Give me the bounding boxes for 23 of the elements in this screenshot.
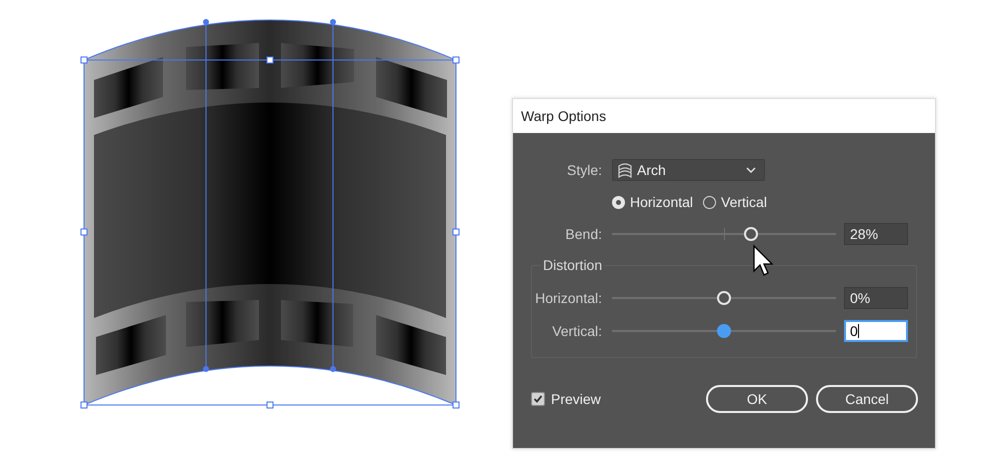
arch-icon [618, 162, 632, 178]
checkmark-icon [533, 394, 543, 404]
style-label: Style: [566, 162, 602, 178]
text-cursor [858, 324, 859, 338]
ok-button[interactable]: OK [706, 385, 808, 413]
orientation-radio[interactable]: Vertical [703, 194, 767, 210]
slider-thumb[interactable] [717, 324, 731, 338]
distortion-slider[interactable] [612, 291, 836, 305]
slider-label: Horizontal: [534, 290, 602, 306]
value-field[interactable]: 0 [844, 320, 908, 342]
dialog-title: Warp Options [521, 108, 606, 124]
bend-field[interactable]: 28% [844, 223, 908, 245]
value-field[interactable]: 0% [844, 287, 908, 309]
orientation-radio[interactable]: Horizontal [612, 194, 694, 210]
bend-label: Bend: [564, 226, 602, 242]
distortion-slider[interactable] [612, 324, 836, 338]
chevron-down-icon [746, 167, 756, 173]
preview-checkbox[interactable]: Preview [531, 391, 601, 407]
cancel-button[interactable]: Cancel [816, 385, 918, 413]
style-dropdown[interactable]: Arch [612, 159, 765, 181]
group-title: Distortion [541, 257, 604, 273]
slider-label: Vertical: [551, 323, 602, 339]
bend-slider[interactable] [612, 227, 836, 241]
